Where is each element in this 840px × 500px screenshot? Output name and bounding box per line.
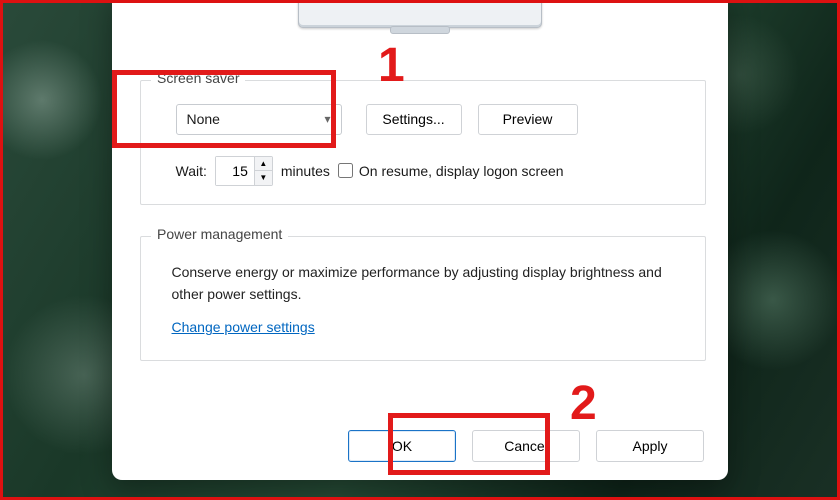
settings-button-label: Settings... bbox=[382, 111, 444, 127]
settings-button[interactable]: Settings... bbox=[366, 104, 462, 135]
screensaver-group: Screen saver None ▾ Settings... Preview … bbox=[140, 80, 706, 205]
screensaver-dialog: Screen saver None ▾ Settings... Preview … bbox=[112, 0, 728, 480]
screensaver-selected: None bbox=[187, 111, 220, 127]
spinner-down-icon[interactable]: ▼ bbox=[255, 171, 272, 185]
cancel-button[interactable]: Cancel bbox=[472, 430, 580, 462]
wait-row: Wait: ▲ ▼ minutes On resume, display log… bbox=[176, 156, 564, 186]
screensaver-dropdown[interactable]: None ▾ bbox=[176, 104, 342, 135]
ok-button-label: OK bbox=[392, 438, 412, 454]
preview-monitor-stand bbox=[390, 26, 450, 34]
on-resume-label: On resume, display logon screen bbox=[359, 163, 564, 179]
wait-label: Wait: bbox=[176, 163, 207, 179]
cancel-button-label: Cancel bbox=[504, 438, 548, 454]
annotation-1-number: 1 bbox=[378, 38, 405, 93]
change-power-settings-link[interactable]: Change power settings bbox=[172, 319, 315, 335]
on-resume-checkbox[interactable]: On resume, display logon screen bbox=[338, 163, 564, 179]
chevron-down-icon: ▾ bbox=[324, 112, 330, 126]
screensaver-legend: Screen saver bbox=[151, 70, 245, 86]
power-group: Power management Conserve energy or maxi… bbox=[140, 236, 706, 361]
minutes-label: minutes bbox=[281, 163, 330, 179]
apply-button[interactable]: Apply bbox=[596, 430, 704, 462]
ok-button[interactable]: OK bbox=[348, 430, 456, 462]
on-resume-checkbox-input[interactable] bbox=[338, 163, 353, 178]
annotation-2-number: 2 bbox=[570, 376, 597, 431]
preview-monitor bbox=[298, 0, 542, 28]
apply-button-label: Apply bbox=[632, 438, 667, 454]
dialog-button-row: OK Cancel Apply bbox=[348, 430, 704, 462]
power-desc: Conserve energy or maximize performance … bbox=[172, 262, 675, 305]
spinner-up-icon[interactable]: ▲ bbox=[255, 157, 272, 172]
power-legend: Power management bbox=[151, 226, 288, 242]
preview-button[interactable]: Preview bbox=[478, 104, 578, 135]
wait-value[interactable] bbox=[216, 157, 254, 185]
preview-button-label: Preview bbox=[503, 111, 553, 127]
wait-spinner[interactable]: ▲ ▼ bbox=[215, 156, 273, 186]
